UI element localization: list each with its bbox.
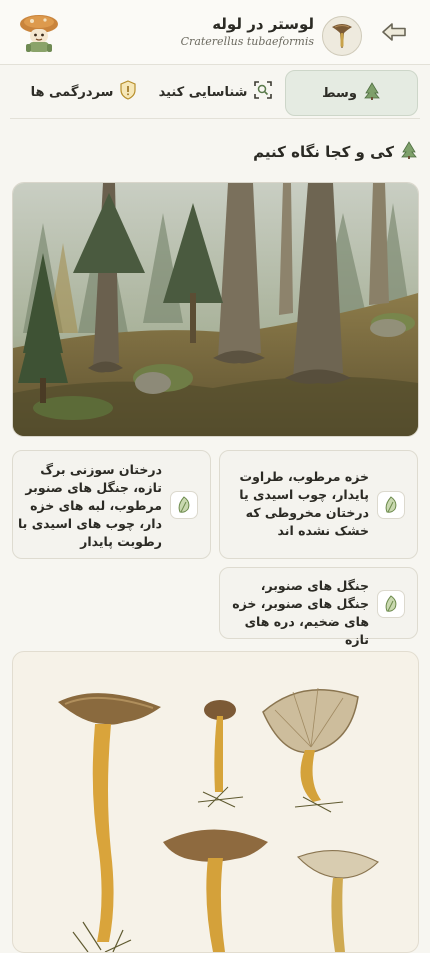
habitat-card-text: درختان سوزنی برگ تازه، جنگل های صنوبر مر…	[17, 462, 162, 549]
page-title: لوستر در لوله	[212, 15, 314, 33]
section-tabs: وسط شناسایی کنید سردرگمی ها	[10, 68, 420, 119]
arrow-left-icon	[381, 22, 407, 46]
warning-shield-icon	[119, 80, 137, 104]
tab-habitat-label: وسط	[322, 85, 357, 101]
scan-icon	[253, 80, 273, 104]
habitat-card-1: خزه مرطوب، طراوت پایدار، چوب اسیدی یا در…	[219, 450, 418, 559]
habitat-card-3: جنگل های صنوبر، جنگل های صنوبر، خزه های …	[219, 567, 418, 647]
mushroom-specimens-illustration	[12, 651, 419, 953]
scientific-name: Craterellus tubaeformis	[180, 35, 314, 48]
back-button[interactable]	[378, 18, 410, 50]
leaf-icon	[377, 590, 405, 618]
tree-icon	[363, 82, 381, 104]
tab-identify[interactable]: شناسایی کنید	[152, 70, 280, 114]
trumpet-mushroom-icon[interactable]	[322, 16, 362, 56]
tab-identify-label: شناسایی کنید	[158, 84, 248, 100]
tree-icon	[400, 141, 418, 163]
section-title-text: کی و کجا نگاه کنیم	[253, 143, 394, 161]
app-header: لوستر در لوله Craterellus tubaeformis	[0, 0, 430, 65]
leaf-icon	[170, 491, 198, 519]
tab-confusions[interactable]: سردرگمی ها	[20, 70, 148, 114]
tab-habitat[interactable]: وسط	[285, 70, 418, 116]
habitat-card-text: جنگل های صنوبر، جنگل های صنوبر، خزه های …	[232, 578, 369, 647]
habitat-card-text: خزه مرطوب، طراوت پایدار، چوب اسیدی یا در…	[239, 469, 369, 538]
leaf-icon	[377, 491, 405, 519]
habitat-forest-illustration	[12, 182, 419, 437]
tab-confusions-label: سردرگمی ها	[30, 84, 114, 100]
habitat-card-2: درختان سوزنی برگ تازه، جنگل های صنوبر مر…	[12, 450, 211, 559]
section-heading: کی و کجا نگاه کنیم	[253, 140, 418, 164]
mushroom-mascot-icon[interactable]	[16, 10, 62, 56]
